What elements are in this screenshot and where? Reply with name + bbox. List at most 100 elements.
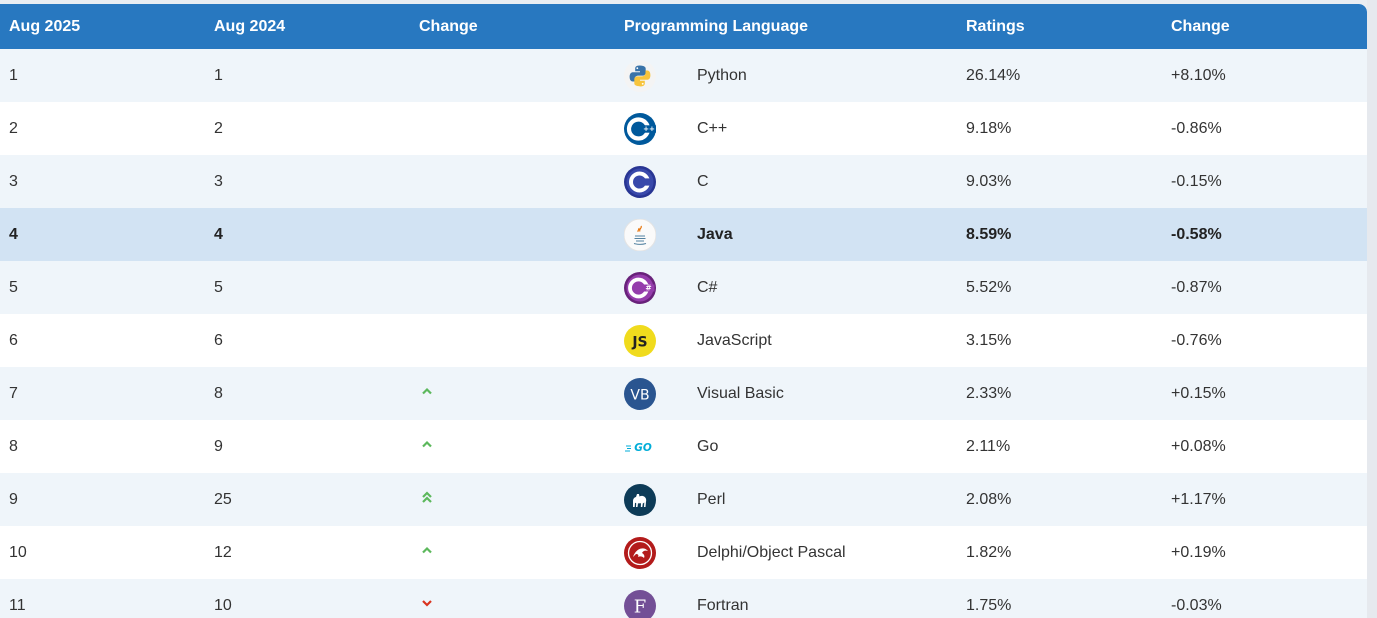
table-row[interactable]: 2 2 ++ C++ 9.18% -0.86%	[0, 102, 1367, 155]
rating-value: 26.14%	[966, 66, 1021, 84]
rank-change	[410, 384, 615, 403]
rating-value: 1.82%	[966, 543, 1012, 561]
rank-aug-2025: 4	[9, 225, 18, 243]
rank-change	[410, 490, 615, 509]
visual-basic-logo-icon: VB	[615, 377, 697, 410]
table-row[interactable]: 6 6 JS JavaScript 3.15% -0.76%	[0, 314, 1367, 367]
rating-change: +0.19%	[1171, 543, 1226, 561]
language-name: Delphi/Object Pascal	[697, 543, 846, 561]
rating-change: -0.87%	[1171, 278, 1222, 296]
arrow-up-icon	[419, 384, 434, 398]
arrow-up-icon	[419, 543, 434, 557]
table-header: Aug 2025 Aug 2024 Change Programming Lan…	[0, 4, 1367, 49]
rank-aug-2025: 8	[9, 437, 18, 455]
javascript-logo-icon: JS	[615, 324, 697, 357]
python-logo-icon	[615, 59, 697, 92]
svg-text:#: #	[645, 283, 651, 292]
header-aug-2025[interactable]: Aug 2025	[0, 18, 205, 36]
c-logo-icon	[615, 165, 697, 198]
rank-aug-2025: 10	[9, 543, 27, 561]
language-name: Perl	[697, 490, 726, 508]
rank-aug-2025: 2	[9, 119, 18, 137]
rank-aug-2025: 9	[9, 490, 18, 508]
rating-value: 1.75%	[966, 596, 1012, 614]
scrollbar-track[interactable]	[1367, 0, 1377, 618]
rating-change: +0.15%	[1171, 384, 1226, 402]
rating-value: 2.33%	[966, 384, 1012, 402]
rank-aug-2024: 2	[214, 119, 223, 137]
rank-change	[410, 543, 615, 562]
rating-change: +8.10%	[1171, 66, 1226, 84]
rank-aug-2024: 8	[214, 384, 223, 402]
rating-change: -0.86%	[1171, 119, 1222, 137]
language-name: C++	[697, 119, 728, 137]
rating-value: 5.52%	[966, 278, 1012, 296]
language-name: Go	[697, 437, 719, 455]
rating-change: -0.03%	[1171, 596, 1222, 614]
language-name: C	[697, 172, 709, 190]
rating-change: -0.15%	[1171, 172, 1222, 190]
language-name: JavaScript	[697, 331, 772, 349]
header-ratings[interactable]: Ratings	[957, 18, 1162, 36]
rating-change: +0.08%	[1171, 437, 1226, 455]
double-arrow-up-icon	[419, 490, 434, 504]
table-row[interactable]: 10 12 Delphi/Object Pascal 1.82% +0.19%	[0, 526, 1367, 579]
rank-aug-2024: 5	[214, 278, 223, 296]
table-row[interactable]: 1 1 Python 26.14% +8.10%	[0, 49, 1367, 102]
language-name: Fortran	[697, 596, 749, 614]
rating-value: 3.15%	[966, 331, 1012, 349]
table-row[interactable]: 5 5 # C# 5.52% -0.87%	[0, 261, 1367, 314]
tiobe-index-table: Aug 2025 Aug 2024 Change Programming Lan…	[0, 4, 1367, 618]
rank-aug-2024: 12	[214, 543, 232, 561]
svg-text:JS: JS	[631, 334, 647, 350]
java-logo-icon	[615, 218, 697, 251]
arrow-up-icon	[419, 437, 434, 451]
go-logo-icon: GO	[615, 431, 697, 463]
rating-value: 9.03%	[966, 172, 1012, 190]
rating-change: +1.17%	[1171, 490, 1226, 508]
language-name: C#	[697, 278, 718, 296]
arrow-down-icon	[419, 596, 434, 610]
perl-logo-icon	[615, 483, 697, 516]
table-body: 1 1 Python 26.14% +8.10% 2 2 ++ C++ 9.18…	[0, 49, 1367, 618]
cpp-logo-icon: ++	[615, 112, 697, 145]
table-row[interactable]: 7 8 VB Visual Basic 2.33% +0.15%	[0, 367, 1367, 420]
rating-change: -0.58%	[1171, 225, 1222, 243]
header-change-percent[interactable]: Change	[1162, 18, 1367, 36]
rating-value: 2.08%	[966, 490, 1012, 508]
header-aug-2024[interactable]: Aug 2024	[205, 18, 410, 36]
rank-aug-2024: 9	[214, 437, 223, 455]
rank-change	[410, 596, 615, 615]
svg-text:GO: GO	[634, 442, 652, 454]
rank-aug-2025: 3	[9, 172, 18, 190]
rank-aug-2025: 11	[9, 596, 26, 614]
rank-aug-2024: 6	[214, 331, 223, 349]
rank-aug-2025: 6	[9, 331, 18, 349]
header-change[interactable]: Change	[410, 18, 615, 36]
header-programming-language[interactable]: Programming Language	[615, 18, 957, 36]
rank-change	[410, 437, 615, 456]
svg-text:VB: VB	[630, 387, 649, 403]
language-name: Java	[697, 225, 733, 243]
svg-text:++: ++	[643, 125, 655, 133]
delphi-logo-icon	[615, 536, 697, 569]
language-name: Python	[697, 66, 747, 84]
table-row[interactable]: 9 25 Perl 2.08% +1.17%	[0, 473, 1367, 526]
svg-text:F: F	[634, 596, 647, 617]
language-name: Visual Basic	[697, 384, 784, 402]
rank-aug-2025: 7	[9, 384, 18, 402]
table-row[interactable]: 4 4 Java 8.59% -0.58%	[0, 208, 1367, 261]
rank-aug-2024: 1	[214, 66, 223, 84]
csharp-logo-icon: #	[615, 271, 697, 304]
rating-change: -0.76%	[1171, 331, 1222, 349]
table-row[interactable]: 8 9 GO Go 2.11% +0.08%	[0, 420, 1367, 473]
rank-aug-2024: 10	[214, 596, 232, 614]
table-row[interactable]: 11 10 F Fortran 1.75% -0.03%	[0, 579, 1367, 618]
rank-aug-2024: 25	[214, 490, 232, 508]
rank-aug-2024: 4	[214, 225, 223, 243]
fortran-logo-icon: F	[615, 589, 697, 618]
rank-aug-2024: 3	[214, 172, 223, 190]
table-row[interactable]: 3 3 C 9.03% -0.15%	[0, 155, 1367, 208]
rating-value: 8.59%	[966, 225, 1012, 243]
rank-aug-2025: 5	[9, 278, 18, 296]
